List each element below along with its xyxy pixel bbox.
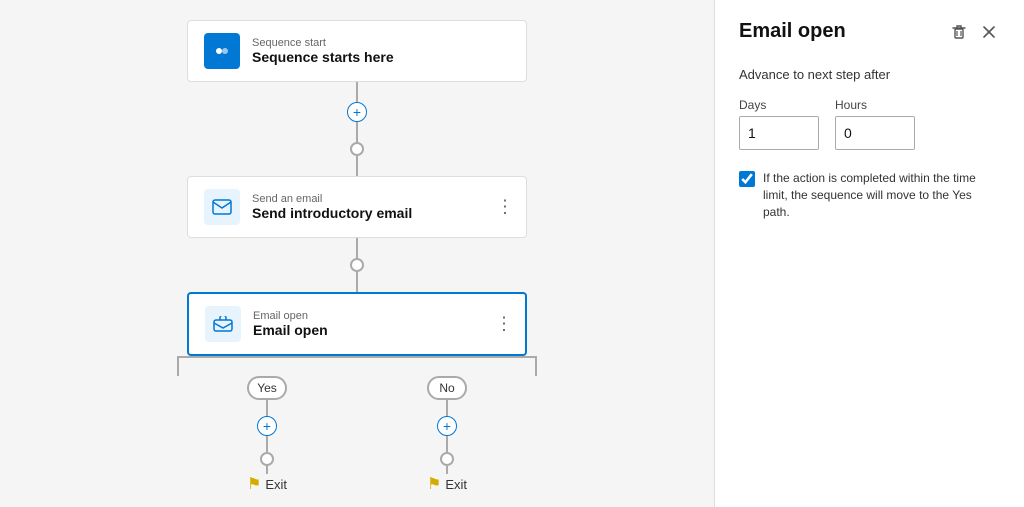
email-open-title: Email open (253, 322, 328, 338)
yes-branch: Yes + ⚑ Exit (177, 376, 357, 494)
send-email-label: Send an email (252, 193, 412, 205)
checkbox-row: If the action is completed within the ti… (739, 170, 1000, 220)
circle-yes (260, 452, 274, 466)
exit-yes: ⚑ Exit (247, 474, 287, 494)
add-step-yes[interactable]: + (257, 416, 277, 436)
connector-circle-2 (350, 258, 364, 272)
panel-header: Email open (739, 20, 1000, 43)
flag-icon-no: ⚑ (427, 474, 441, 494)
panel-title: Email open (739, 20, 846, 43)
panel-actions (948, 21, 1000, 43)
no-branch: No + ⚑ Exit (357, 376, 537, 494)
vline-3 (356, 238, 358, 258)
branch-row: Yes + ⚑ Exit No + (0, 376, 714, 494)
flag-icon-yes: ⚑ (247, 474, 261, 494)
email-open-label: Email open (253, 310, 328, 322)
yes-label[interactable]: Yes (247, 376, 287, 400)
add-step-btn-1[interactable]: + (347, 102, 367, 122)
hours-input-group: Hours ▲ ▼ (835, 98, 915, 150)
exit-yes-label: Exit (265, 477, 287, 492)
days-label: Days (739, 98, 819, 112)
delete-button[interactable] (948, 21, 970, 43)
connector-1 (356, 82, 358, 102)
sequence-start-label: Sequence start (252, 37, 394, 49)
sequence-start-icon (204, 33, 240, 69)
exit-no: ⚑ Exit (427, 474, 467, 494)
yes-path-checkbox[interactable] (739, 171, 755, 187)
sequence-start-card[interactable]: Sequence start Sequence starts here (187, 20, 527, 82)
days-input-group: Days ▲ ▼ (739, 98, 819, 150)
sequence-start-title: Sequence starts here (252, 49, 394, 65)
exit-no-label: Exit (445, 477, 467, 492)
checkbox-label: If the action is completed within the ti… (763, 170, 1000, 220)
vline-2 (356, 156, 358, 176)
close-icon (980, 23, 998, 41)
vline-4 (356, 272, 358, 292)
time-inputs: Days ▲ ▼ Hours ▲ ▼ (739, 98, 1000, 150)
flow-diagram: Sequence start Sequence starts here + Se… (0, 0, 714, 507)
days-input-wrapper: ▲ ▼ (739, 116, 819, 150)
hours-input[interactable] (836, 117, 915, 149)
close-button[interactable] (978, 21, 1000, 43)
send-email-title: Send introductory email (252, 205, 412, 221)
days-input[interactable] (740, 117, 819, 149)
vline-1 (356, 122, 358, 142)
email-open-card[interactable]: Email open Email open ⋮ (187, 292, 527, 356)
hours-label: Hours (835, 98, 915, 112)
branch-container: Yes + ⚑ Exit No + (0, 356, 714, 494)
add-step-no[interactable]: + (437, 416, 457, 436)
no-label[interactable]: No (427, 376, 467, 400)
trash-icon (950, 23, 968, 41)
section-label: Advance to next step after (739, 67, 1000, 82)
email-open-icon (205, 306, 241, 342)
send-email-icon (204, 189, 240, 225)
circle-no (440, 452, 454, 466)
send-email-card[interactable]: Send an email Send introductory email ⋮ (187, 176, 527, 238)
hours-input-wrapper: ▲ ▼ (835, 116, 915, 150)
send-email-menu[interactable]: ⋮ (496, 197, 514, 218)
properties-panel: Email open Advance to next step after (714, 0, 1024, 507)
connector-circle-1 (350, 142, 364, 156)
email-open-menu[interactable]: ⋮ (495, 314, 513, 335)
